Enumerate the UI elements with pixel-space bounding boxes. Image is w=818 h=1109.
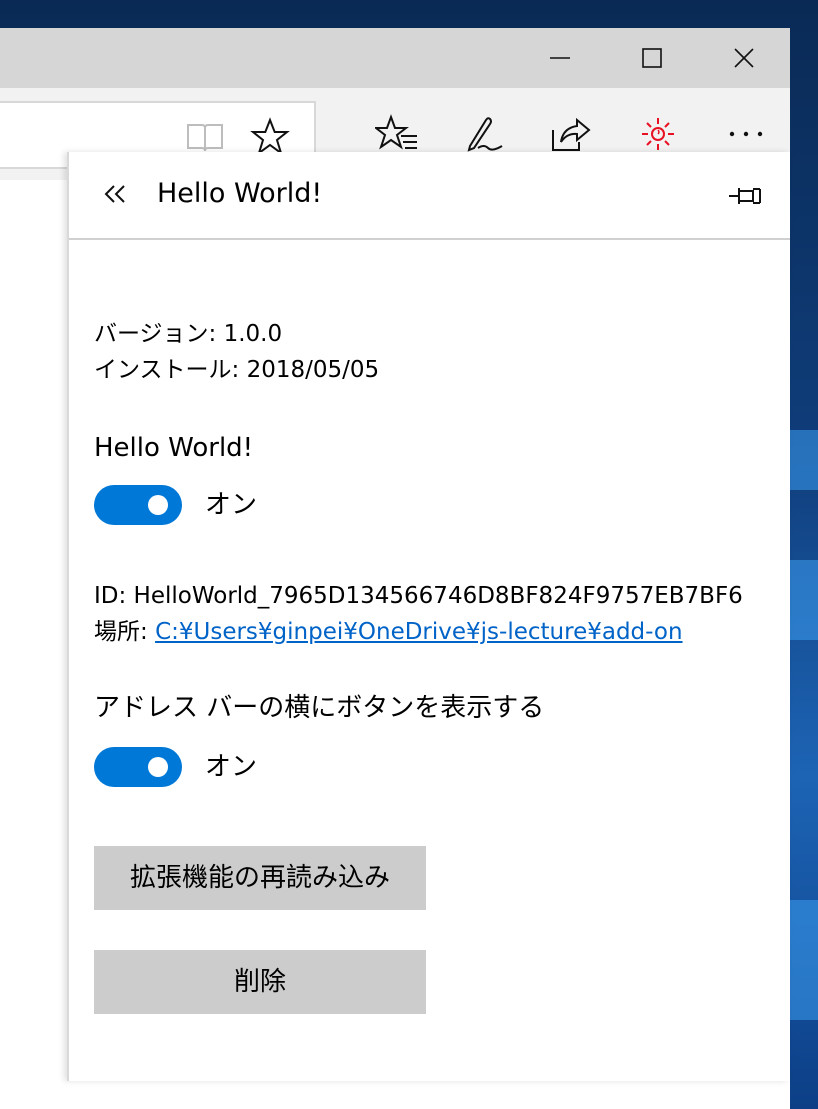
maximize-button[interactable]: [606, 28, 698, 88]
wallpaper-light-ray: [788, 900, 818, 1020]
toggle-knob: [148, 495, 168, 515]
pin-button[interactable]: [725, 178, 765, 214]
enable-toggle-label: オン: [205, 490, 258, 520]
reading-view-button[interactable]: [185, 117, 225, 157]
show-button-toggle-label: オン: [205, 752, 258, 782]
share-button[interactable]: [545, 110, 593, 158]
reading-view-icon: [187, 124, 223, 152]
location-label: 場所:: [94, 619, 156, 645]
wallpaper-light-ray: [788, 430, 818, 490]
title-bar: [0, 28, 790, 88]
web-note-button[interactable]: [460, 110, 508, 158]
share-icon: [552, 117, 591, 151]
maximize-icon: [642, 48, 662, 68]
minimize-button[interactable]: [514, 28, 606, 88]
panel-header: Hello World!: [69, 152, 790, 240]
more-icon: [729, 131, 763, 137]
pin-icon: [729, 188, 761, 204]
extension-details-panel: Hello World! バージョン: 1.0.0 インストール: 2018/0…: [67, 152, 790, 1081]
location-link[interactable]: C:¥Users¥ginpei¥OneDrive¥js-lecture¥add-…: [155, 619, 682, 645]
enable-toggle[interactable]: [94, 485, 182, 525]
version-text: バージョン: 1.0.0: [94, 321, 283, 347]
double-chevron-left-icon: [104, 185, 125, 203]
more-button[interactable]: [722, 110, 770, 158]
web-note-icon: [467, 117, 503, 152]
extension-button[interactable]: [634, 110, 682, 158]
favorites-hub-icon: [375, 114, 417, 150]
close-icon: [734, 48, 754, 68]
wallpaper-light-ray: [788, 560, 818, 640]
enable-heading: Hello World!: [94, 433, 254, 463]
show-button-heading: アドレス バーの横にボタンを表示する: [94, 693, 545, 723]
location-row: 場所: C:¥Users¥ginpei¥OneDrive¥js-lecture¥…: [94, 616, 683, 648]
favorite-star-icon: [250, 117, 290, 156]
remove-extension-button[interactable]: 削除: [94, 950, 426, 1014]
extension-id-text: ID: HelloWorld_7965D134566746D8BF824F975…: [94, 583, 743, 609]
back-button[interactable]: [97, 176, 133, 212]
minimize-icon: [550, 57, 570, 59]
extension-sun-icon: [642, 118, 674, 150]
favorites-hub-button[interactable]: [373, 110, 421, 158]
reload-extension-button[interactable]: 拡張機能の再読み込み: [94, 846, 426, 910]
install-date-text: インストール: 2018/05/05: [94, 357, 380, 383]
toggle-knob: [148, 757, 168, 777]
panel-title: Hello World!: [157, 178, 323, 209]
page-content: [0, 180, 67, 1109]
show-button-toggle[interactable]: [94, 747, 182, 787]
close-button[interactable]: [698, 28, 790, 88]
add-favorite-button[interactable]: [250, 117, 290, 157]
